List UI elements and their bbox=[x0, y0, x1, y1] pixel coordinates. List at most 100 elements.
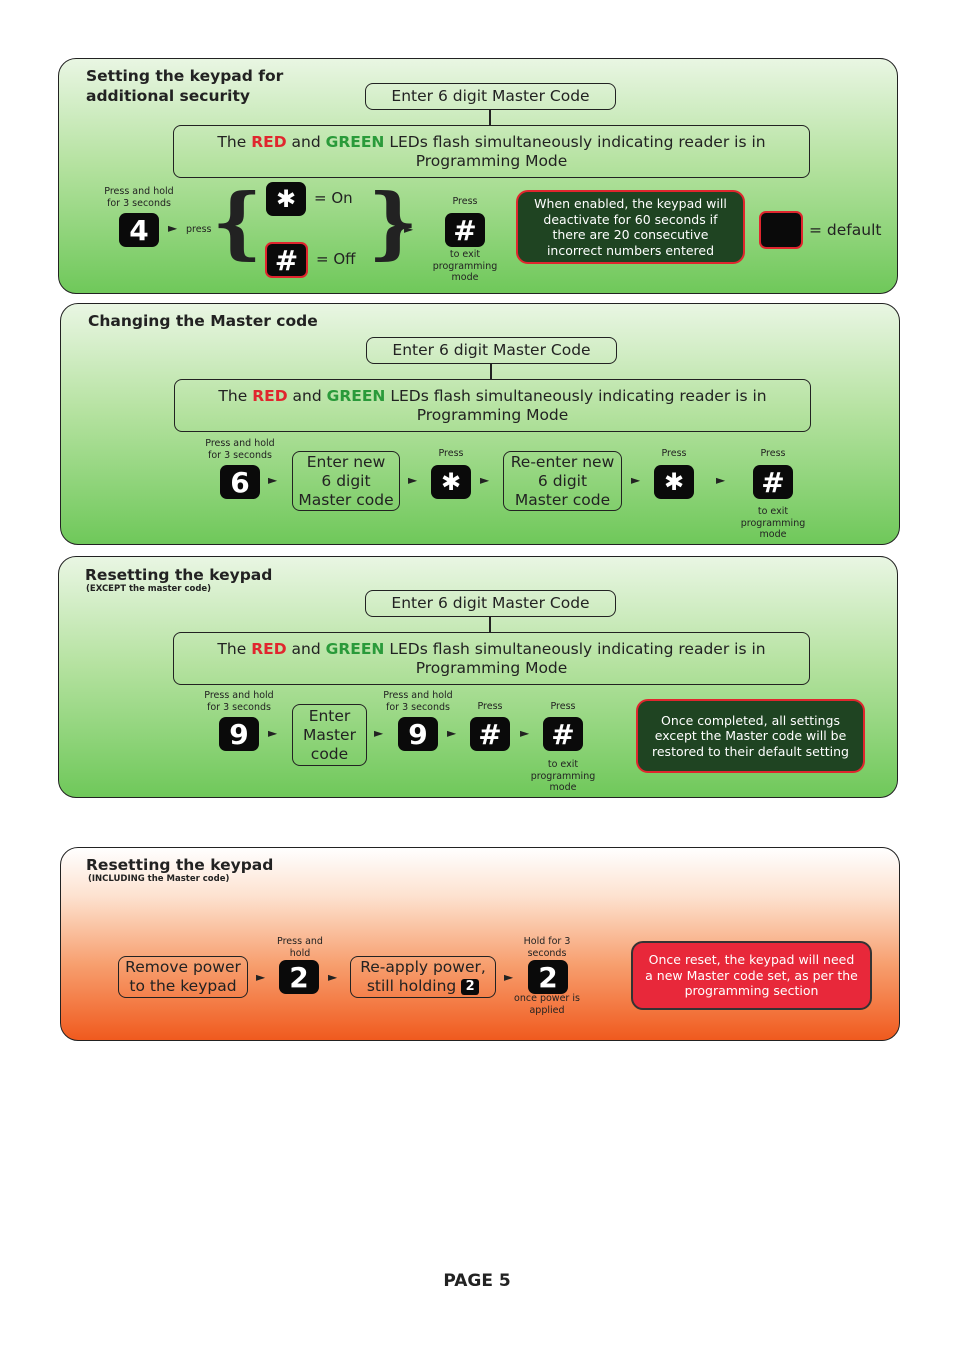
led-line-2: Programming Mode bbox=[416, 405, 569, 424]
press-caption: Press bbox=[760, 448, 786, 459]
programming-mode-box: The RED and GREEN LEDs flash simultaneou… bbox=[173, 632, 810, 685]
page-number: PAGE 5 bbox=[443, 1271, 511, 1291]
led-text: LEDs flash simultaneously indicating rea… bbox=[384, 132, 766, 151]
section-title-additional-security: Setting the keypad for additional securi… bbox=[86, 66, 283, 106]
led-line-1: The RED and GREEN LEDs flash simultaneou… bbox=[217, 133, 765, 152]
exit-caption: to exit programming mode bbox=[530, 759, 596, 793]
green-led-label: GREEN bbox=[325, 639, 385, 658]
arrow-icon: ► bbox=[480, 473, 490, 487]
key-hash-exit: # bbox=[753, 465, 793, 499]
hold-caption: Press and hold bbox=[277, 936, 323, 959]
led-text: The bbox=[217, 639, 252, 658]
press-caption: Press bbox=[438, 448, 464, 459]
arrow-icon: ► bbox=[374, 726, 384, 740]
arrow-icon: ► bbox=[168, 221, 178, 235]
programming-mode-box: The RED and GREEN LEDs flash simultaneou… bbox=[173, 125, 810, 178]
arrow-icon: ► bbox=[328, 970, 338, 984]
after-caption: once power is applied bbox=[514, 993, 580, 1016]
led-text: and bbox=[287, 386, 327, 405]
title-line-2: additional security bbox=[86, 87, 250, 105]
programming-mode-box: The RED and GREEN LEDs flash simultaneou… bbox=[174, 379, 811, 432]
arrow-icon: ► bbox=[447, 726, 457, 740]
reset-note: Once completed, all settings except the … bbox=[636, 699, 865, 773]
arrow-icon: ► bbox=[268, 473, 278, 487]
led-line-1: The RED and GREEN LEDs flash simultaneou… bbox=[217, 640, 765, 659]
connector-line bbox=[490, 364, 492, 380]
key-hash-exit: # bbox=[445, 213, 485, 247]
section-subtitle-reset-including: (INCLUDING the Master code) bbox=[88, 874, 230, 884]
hold-caption: Press and hold for 3 seconds bbox=[205, 438, 275, 461]
led-text: LEDs flash simultaneously indicating rea… bbox=[384, 639, 766, 658]
key-hash: # bbox=[470, 717, 510, 751]
connector-line bbox=[489, 617, 491, 633]
exit-caption: to exit programming mode bbox=[432, 249, 498, 283]
default-label: = default bbox=[809, 221, 882, 239]
factory-reset-note: Once reset, the keypad will need a new M… bbox=[631, 941, 872, 1010]
key-6: 6 bbox=[220, 465, 260, 499]
reapply-power-box: Re-apply power, still holding 2 bbox=[350, 956, 496, 998]
key-star: ✱ bbox=[654, 465, 694, 499]
green-led-label: GREEN bbox=[326, 386, 386, 405]
arrow-icon: ► bbox=[504, 970, 514, 984]
hold-caption: Hold for 3 seconds bbox=[523, 936, 571, 959]
off-label: = Off bbox=[316, 250, 356, 268]
red-led-label: RED bbox=[251, 132, 287, 151]
key-9: 9 bbox=[219, 717, 259, 751]
arrow-icon: ► bbox=[631, 473, 641, 487]
key-hash-exit: # bbox=[543, 717, 583, 751]
arrow-icon: ► bbox=[404, 222, 414, 236]
enter-new-code-box: Enter new 6 digit Master code bbox=[292, 451, 400, 511]
section-title-reset-including: Resetting the keypad bbox=[86, 856, 274, 874]
reapply-line-1: Re-apply power, bbox=[360, 958, 486, 976]
hold-caption: Press and hold for 3 seconds bbox=[204, 690, 274, 713]
section-subtitle-reset-except: (EXCEPT the master code) bbox=[86, 584, 212, 594]
master-code-box: Enter 6 digit Master Code bbox=[365, 83, 616, 110]
default-indicator bbox=[759, 211, 803, 249]
press-caption: Press bbox=[661, 448, 687, 459]
key-2-hold: 2 bbox=[528, 960, 568, 994]
reenter-code-box: Re-enter new 6 digit Master code bbox=[503, 451, 622, 511]
reapply-text: still holding bbox=[366, 977, 457, 995]
inline-key-2: 2 bbox=[461, 978, 480, 995]
remove-power-box: Remove power to the keypad bbox=[118, 956, 248, 998]
hold-caption: Press and hold for 3 seconds bbox=[383, 690, 453, 713]
led-line-2: Programming Mode bbox=[415, 151, 568, 170]
master-code-box: Enter 6 digit Master Code bbox=[365, 590, 616, 617]
press-caption: Press bbox=[452, 196, 478, 207]
led-text: and bbox=[286, 132, 326, 151]
left-brace-icon: { bbox=[212, 177, 263, 268]
enter-master-code-box: Enter Master code bbox=[292, 704, 367, 766]
connector-line bbox=[489, 110, 491, 126]
section-title-change-master: Changing the Master code bbox=[88, 312, 318, 330]
section-title-reset-except: Resetting the keypad bbox=[85, 566, 273, 584]
press-caption: Press bbox=[550, 701, 576, 712]
arrow-icon: ► bbox=[256, 970, 266, 984]
key-star: ✱ bbox=[431, 465, 471, 499]
reapply-line-2: still holding 2 bbox=[366, 977, 480, 996]
key-9-second: 9 bbox=[398, 717, 438, 751]
press-caption: Press bbox=[477, 701, 503, 712]
key-hash-off: # bbox=[265, 242, 308, 278]
arrow-icon: ► bbox=[408, 473, 418, 487]
hold-caption: Press and hold for 3 seconds bbox=[104, 186, 174, 209]
arrow-icon: ► bbox=[716, 473, 726, 487]
key-4: 4 bbox=[119, 213, 159, 247]
led-text: and bbox=[286, 639, 326, 658]
led-text: LEDs flash simultaneously indicating rea… bbox=[385, 386, 767, 405]
title-line-1: Setting the keypad for bbox=[86, 67, 284, 85]
led-line-1: The RED and GREEN LEDs flash simultaneou… bbox=[218, 387, 766, 406]
lockout-note: When enabled, the keypad will deactivate… bbox=[516, 190, 745, 264]
key-star-on: ✱ bbox=[266, 182, 306, 216]
red-led-label: RED bbox=[252, 386, 288, 405]
green-led-label: GREEN bbox=[325, 132, 385, 151]
arrow-icon: ► bbox=[520, 726, 530, 740]
led-text: The bbox=[217, 132, 252, 151]
press-label: press bbox=[186, 224, 212, 235]
master-code-box: Enter 6 digit Master Code bbox=[366, 337, 617, 364]
on-label: = On bbox=[314, 189, 353, 207]
arrow-icon: ► bbox=[268, 726, 278, 740]
red-led-label: RED bbox=[251, 639, 287, 658]
exit-caption: to exit programming mode bbox=[740, 506, 806, 540]
key-2: 2 bbox=[279, 960, 319, 994]
led-text: The bbox=[218, 386, 253, 405]
